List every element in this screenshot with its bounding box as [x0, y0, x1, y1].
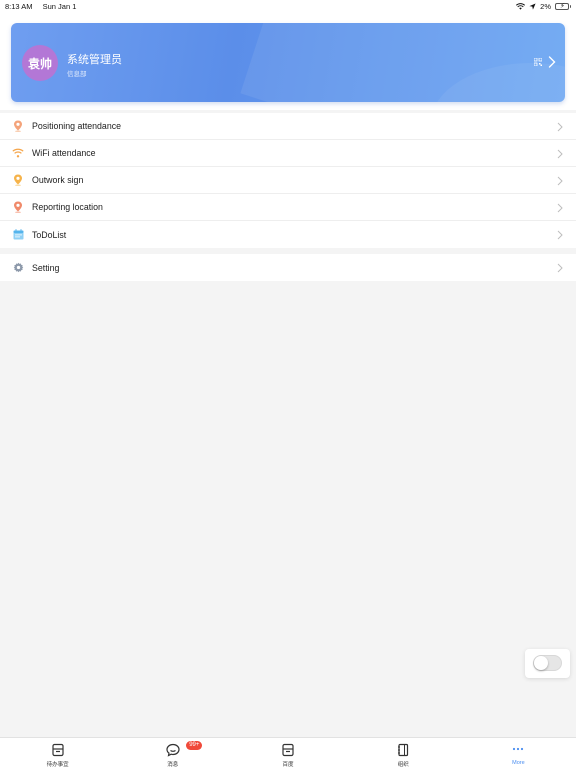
more-dots-icon: [513, 747, 524, 751]
unread-badge: 99+: [186, 741, 203, 750]
chevron-right-icon: [557, 149, 563, 159]
tab-label: More: [512, 760, 525, 766]
tab-more[interactable]: More: [461, 738, 576, 768]
menu-item-reporting-location[interactable]: Reporting location: [0, 194, 576, 221]
tab-bar: 待办事宜 消息 99+ 百度 组织 More: [0, 737, 576, 768]
tab-baidu[interactable]: 百度: [230, 738, 345, 768]
chevron-right-icon: [557, 122, 563, 132]
menu-list: Positioning attendance WiFi attendance O…: [0, 113, 576, 248]
qr-code-icon[interactable]: [534, 58, 542, 66]
avatar[interactable]: 袁帅: [22, 45, 58, 81]
location-pin-icon: [12, 120, 24, 132]
tab-label: 待办事宜: [46, 762, 69, 768]
calendar-icon: [12, 229, 24, 241]
status-time: 8:13 AM: [5, 1, 33, 11]
status-bar: 8:13 AM Sun Jan 1 2% ⚡: [0, 0, 576, 12]
toggle-knob: [534, 656, 548, 670]
user-department: 信息部: [67, 71, 87, 78]
profile-card[interactable]: 袁帅 系统管理员 信息部: [11, 23, 565, 102]
inbox-icon: [51, 743, 64, 757]
settings-group: Setting: [0, 254, 576, 281]
floating-toggle-switch[interactable]: [533, 655, 562, 671]
menu-item-label: Reporting location: [32, 202, 103, 212]
chevron-right-icon: [557, 176, 563, 186]
chevron-right-icon: [557, 230, 563, 240]
battery-percent: 2%: [540, 1, 551, 11]
floating-toggle-panel: [525, 649, 570, 678]
tab-messages[interactable]: 消息 99+: [115, 738, 230, 768]
location-arrow-icon: [529, 2, 536, 10]
menu-item-label: Positioning attendance: [32, 121, 122, 131]
menu-item-wifi-attendance[interactable]: WiFi attendance: [0, 140, 576, 167]
address-book-icon: [398, 743, 409, 757]
wifi-status-icon: [516, 2, 526, 10]
inbox-icon: [282, 743, 294, 757]
menu-item-positioning-attendance[interactable]: Positioning attendance: [0, 113, 576, 140]
menu-item-label: WiFi attendance: [32, 148, 96, 158]
location-pin-icon: [12, 201, 24, 213]
menu-item-setting[interactable]: Setting: [0, 254, 576, 281]
location-pin-icon: [12, 174, 24, 186]
menu-item-todolist[interactable]: ToDoList: [0, 221, 576, 248]
wifi-icon: [12, 147, 24, 159]
menu-item-label: ToDoList: [32, 229, 67, 240]
status-date: Sun Jan 1: [42, 1, 77, 11]
tab-organization[interactable]: 组织: [346, 738, 461, 768]
tab-label: 消息: [167, 762, 179, 768]
chevron-right-icon[interactable]: [548, 56, 556, 68]
tab-label: 组织: [397, 762, 409, 768]
gear-icon: [12, 262, 24, 274]
tab-todo[interactable]: 待办事宜: [0, 738, 115, 768]
menu-item-outwork-sign[interactable]: Outwork sign: [0, 167, 576, 194]
chevron-right-icon: [557, 203, 563, 213]
chevron-right-icon: [557, 263, 563, 273]
battery-icon: ⚡: [555, 2, 571, 10]
menu-item-label: Outwork sign: [32, 175, 84, 185]
chat-bubble-icon: [166, 743, 180, 757]
tab-label: 百度: [282, 762, 294, 768]
menu-item-label: Setting: [32, 262, 60, 273]
user-name: 系统管理员: [67, 54, 122, 66]
